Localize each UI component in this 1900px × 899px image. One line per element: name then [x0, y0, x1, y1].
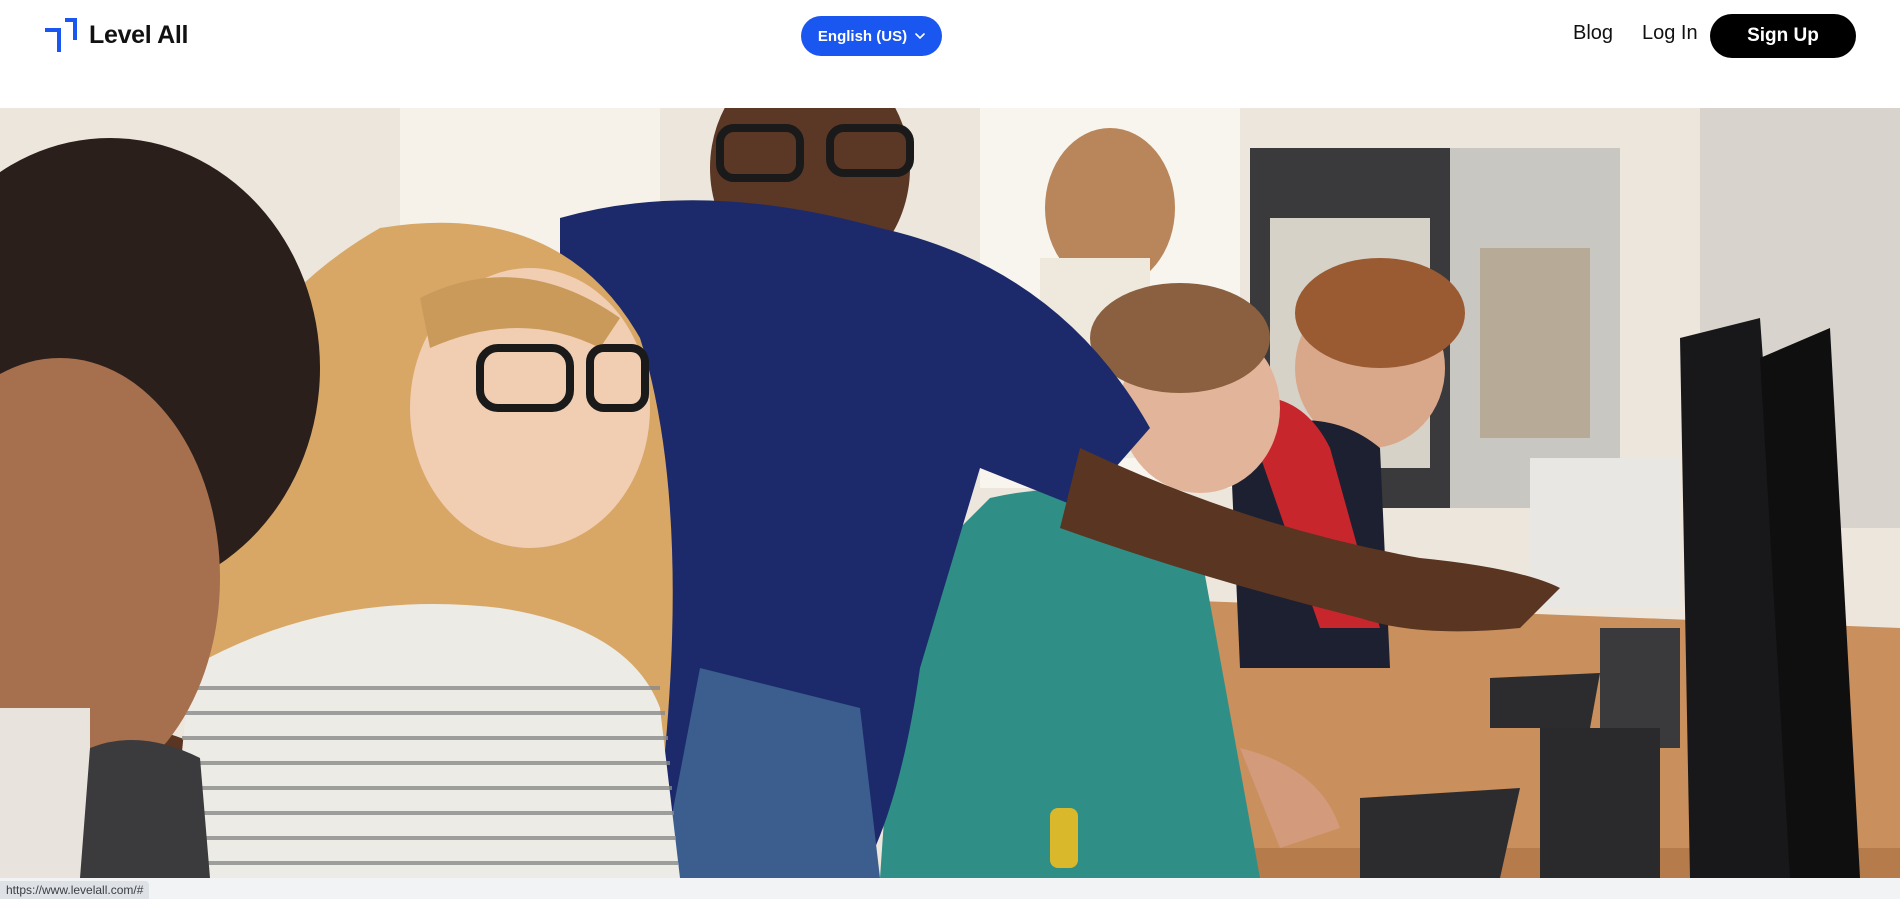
- classroom-photo-illustration: [0, 108, 1900, 878]
- nav-blog-link[interactable]: Blog: [1573, 22, 1613, 45]
- chevron-down-icon: [915, 32, 925, 39]
- logo-text: Level All: [89, 20, 189, 49]
- status-url: https://www.levelall.com/#: [0, 881, 150, 899]
- level-all-logo-icon: [45, 18, 77, 52]
- browser-status-bar: https://www.levelall.com/#: [0, 878, 1900, 899]
- site-header: Level All English (US) Blog Log In Sign …: [0, 0, 1900, 108]
- language-label: English (US): [817, 27, 908, 45]
- signup-button[interactable]: Sign Up: [1710, 14, 1856, 58]
- hero-image: [0, 108, 1900, 878]
- logo-link[interactable]: Level All: [45, 18, 189, 52]
- nav-login-link[interactable]: Log In: [1642, 22, 1698, 45]
- language-selector-button[interactable]: English (US): [801, 16, 942, 56]
